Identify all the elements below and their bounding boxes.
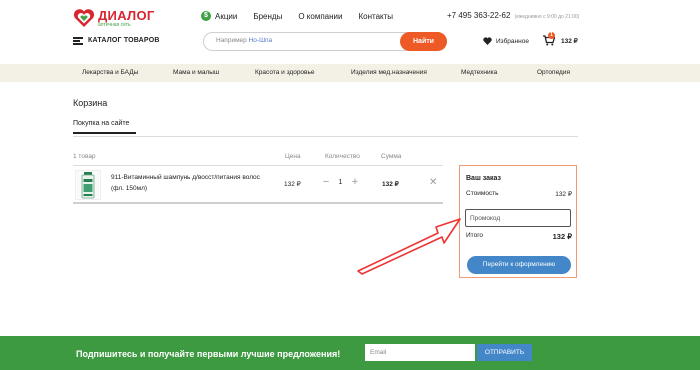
nav-label: О компании bbox=[298, 11, 343, 21]
cart-count-badge: 1 bbox=[548, 32, 555, 39]
cart-icon: 1 bbox=[543, 32, 556, 46]
catalog-label: КАТАЛОГ ТОВАРОВ bbox=[88, 37, 160, 44]
brand-tagline: аптечная сеть bbox=[98, 21, 131, 28]
nav-item-promotions[interactable]: $ Акции bbox=[201, 11, 237, 21]
product-price: 132 ₽ bbox=[284, 181, 301, 188]
cost-label: Стоимость bbox=[466, 190, 499, 197]
category-medical-products[interactable]: Изделия мед.назначения bbox=[351, 69, 427, 76]
page-title: Корзина bbox=[73, 98, 108, 108]
nav-item-contacts[interactable]: Контакты bbox=[358, 12, 393, 21]
category-medical-equipment[interactable]: Медтехника bbox=[461, 69, 497, 76]
favorites-link[interactable]: Избранное bbox=[483, 37, 529, 45]
total-value: 132 ₽ bbox=[552, 232, 572, 241]
phone-info: +7 495 363-22-62 (ежедневно с 9:00 до 21… bbox=[447, 11, 579, 20]
total-label: Итого bbox=[466, 232, 484, 239]
nav-label: Контакты bbox=[358, 11, 394, 21]
tab-underline bbox=[73, 132, 136, 134]
order-total-row: Итого 132 ₽ bbox=[466, 232, 572, 241]
search-hint-link[interactable]: Но-Шпа bbox=[249, 37, 273, 44]
cost-value: 132 ₽ bbox=[555, 191, 572, 198]
nav-label: Акции bbox=[215, 11, 238, 21]
brand-name: ДИАЛОГ bbox=[98, 7, 155, 23]
quantity-stepper: − 1 + bbox=[320, 176, 361, 188]
column-sum: Сумма bbox=[381, 153, 402, 160]
order-title: Ваш заказ bbox=[466, 175, 501, 182]
minus-icon[interactable]: − bbox=[320, 176, 332, 188]
product-image[interactable] bbox=[75, 170, 101, 200]
favorites-label: Избранное bbox=[496, 37, 529, 45]
plus-icon[interactable]: + bbox=[349, 176, 361, 188]
category-mother-baby[interactable]: Мама и малыш bbox=[173, 69, 219, 76]
tab-online-purchase[interactable]: Покупка на сайте bbox=[73, 120, 129, 127]
nav-label: Бренды bbox=[253, 11, 283, 21]
send-button[interactable]: ОТПРАВИТЬ bbox=[477, 344, 532, 361]
quantity-value[interactable]: 1 bbox=[332, 179, 349, 186]
heart-icon bbox=[483, 37, 492, 45]
checkout-button[interactable]: Перейти к оформлению bbox=[467, 256, 571, 274]
phone-number[interactable]: +7 495 363-22-62 bbox=[447, 11, 510, 20]
close-icon[interactable]: ✕ bbox=[429, 177, 437, 188]
nav-item-brands[interactable]: Бренды bbox=[253, 12, 282, 21]
subscribe-text: Подпишитесь и получайте первыми лучшие п… bbox=[76, 349, 341, 359]
search-placeholder: Например bbox=[216, 37, 247, 44]
search-bar: Например Но-Шпа Найти bbox=[203, 32, 447, 51]
divider bbox=[73, 202, 443, 204]
product-sum: 132 ₽ bbox=[382, 181, 399, 188]
divider bbox=[73, 165, 443, 166]
category-orthopedics[interactable]: Ортопедия bbox=[537, 69, 570, 76]
subscribe-footer: Подпишитесь и получайте первыми лучшие п… bbox=[0, 336, 700, 370]
tab-divider bbox=[73, 136, 578, 137]
category-beauty-health[interactable]: Красота и здоровье bbox=[255, 69, 315, 76]
cart-total: 132 ₽ bbox=[561, 37, 578, 45]
order-summary: Ваш заказ Стоимость 132 ₽ Промокод Итого… bbox=[459, 165, 577, 278]
nav-item-about[interactable]: О компании bbox=[298, 12, 342, 21]
cart-link[interactable]: 1 132 ₽ bbox=[543, 32, 578, 46]
column-quantity: Количество bbox=[325, 153, 360, 160]
logo[interactable]: ДИАЛОГ аптечная сеть bbox=[73, 8, 155, 28]
order-cost-row: Стоимость 132 ₽ bbox=[466, 190, 572, 198]
email-field[interactable]: Email bbox=[365, 344, 475, 361]
column-price: Цена bbox=[285, 153, 301, 160]
heart-logo-icon bbox=[73, 8, 95, 28]
search-button[interactable]: Найти bbox=[400, 32, 447, 51]
catalog-button[interactable]: КАТАЛОГ ТОВАРОВ bbox=[73, 37, 160, 45]
dollar-icon: $ bbox=[201, 11, 211, 21]
product-name[interactable]: 911-Витаминный шампунь д/восст/питания в… bbox=[111, 172, 271, 194]
menu-icon bbox=[73, 37, 83, 45]
red-arrow-annotation bbox=[357, 218, 461, 275]
category-bar: Лекарства и БАДы Мама и малыш Красота и … bbox=[0, 64, 700, 82]
items-count: 1 товар bbox=[73, 153, 96, 160]
category-medicines[interactable]: Лекарства и БАДы bbox=[82, 69, 138, 76]
promo-code-input[interactable]: Промокод bbox=[465, 209, 571, 227]
working-hours: (ежедневно с 9:00 до 21:00) bbox=[514, 14, 580, 20]
top-navigation: $ Акции Бренды О компании Контакты bbox=[201, 11, 409, 21]
search-input[interactable]: Например Но-Шпа bbox=[216, 37, 396, 44]
